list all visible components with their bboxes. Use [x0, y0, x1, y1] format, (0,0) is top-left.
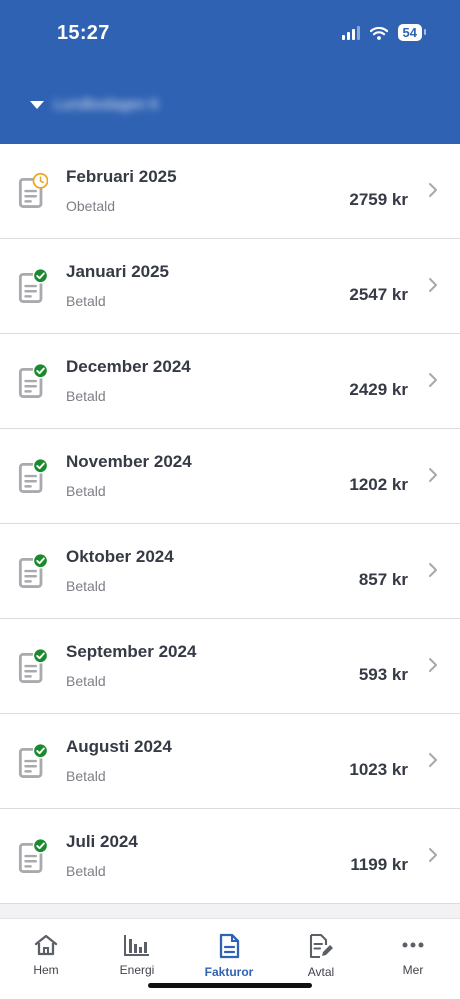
- invoice-row[interactable]: Juli 2024 Betald 1199 kr: [0, 809, 460, 904]
- invoice-pending-icon: [18, 173, 48, 208]
- chevron-right-icon: [429, 183, 437, 197]
- invoice-month: Augusti 2024: [66, 737, 172, 756]
- chevron-right-icon: [429, 373, 437, 387]
- cellular-signal-icon: [341, 25, 360, 40]
- invoice-paid-icon: [18, 743, 48, 778]
- status-icons: 54: [341, 24, 427, 41]
- invoice-amount: 1199 kr: [350, 855, 408, 874]
- invoice-status: Betald: [66, 768, 106, 784]
- invoice-paid-icon: [18, 648, 48, 683]
- wifi-icon: [369, 26, 388, 40]
- invoice-list: Februari 2025 Obetald 2759 kr Januari 20…: [0, 144, 460, 904]
- invoice-paid-icon: [18, 553, 48, 588]
- invoice-amount: 1023 kr: [349, 760, 408, 779]
- chevron-right-icon: [429, 753, 437, 767]
- invoice-status: Betald: [66, 578, 106, 594]
- invoice-month: Oktober 2024: [66, 547, 174, 566]
- tab-label: Fakturor: [204, 965, 254, 979]
- invoice-amount: 857 kr: [358, 570, 408, 589]
- invoice-month: December 2024: [66, 357, 191, 376]
- tab-fakturor[interactable]: Fakturor: [189, 933, 269, 979]
- invoice-row[interactable]: Augusti 2024 Betald 1023 kr: [0, 714, 460, 809]
- chevron-right-icon: [429, 658, 437, 672]
- tab-label: Hem: [33, 963, 59, 977]
- invoice-amount: 1202 kr: [349, 475, 408, 494]
- invoice-month: Juli 2024: [66, 832, 138, 851]
- invoice-status: Betald: [66, 863, 106, 879]
- battery-icon: 54: [397, 24, 427, 41]
- invoice-row[interactable]: September 2024 Betald 593 kr: [0, 619, 460, 714]
- invoice-status: Betald: [66, 673, 106, 689]
- invoice-paid-icon: [18, 838, 48, 873]
- tab-label: Energi: [119, 963, 155, 977]
- tab-label: Mer: [402, 963, 424, 977]
- invoice-row[interactable]: November 2024 Betald 1202 kr: [0, 429, 460, 524]
- chevron-right-icon: [429, 848, 437, 862]
- home-icon: [34, 934, 58, 956]
- chevron-right-icon: [429, 278, 437, 292]
- invoice-row[interactable]: December 2024 Betald 2429 kr: [0, 334, 460, 429]
- home-indicator: [148, 983, 312, 988]
- app-header: 15:27 54 Lundbodagen 6: [0, 0, 460, 144]
- account-name: Lundbodagen 6: [54, 96, 159, 113]
- document-icon: [219, 933, 240, 959]
- invoice-month: Februari 2025: [66, 167, 177, 186]
- tab-mer[interactable]: Mer: [373, 933, 453, 977]
- invoice-amount: 2429 kr: [349, 380, 408, 399]
- invoice-row[interactable]: Januari 2025 Betald 2547 kr: [0, 239, 460, 334]
- invoice-status: Betald: [66, 293, 106, 309]
- account-selector[interactable]: Lundbodagen 6: [30, 96, 158, 113]
- invoice-status: Betald: [66, 483, 106, 499]
- caret-down-icon: [30, 100, 44, 109]
- tab-energi[interactable]: Energi: [97, 933, 177, 977]
- tab-hem[interactable]: Hem: [6, 933, 86, 977]
- chevron-right-icon: [429, 468, 437, 482]
- tab-avtal[interactable]: Avtal: [281, 933, 361, 979]
- invoice-month: September 2024: [66, 642, 197, 661]
- tab-label: Avtal: [307, 965, 335, 979]
- invoice-amount: 593 kr: [358, 665, 408, 684]
- contract-edit-icon: [309, 933, 333, 959]
- invoice-amount: 2547 kr: [349, 285, 408, 304]
- chevron-right-icon: [429, 563, 437, 577]
- bar-chart-icon: [124, 935, 149, 956]
- invoice-row[interactable]: Oktober 2024 Betald 857 kr: [0, 524, 460, 619]
- invoice-row[interactable]: Februari 2025 Obetald 2759 kr: [0, 144, 460, 239]
- invoice-paid-icon: [18, 363, 48, 398]
- invoice-paid-icon: [18, 458, 48, 493]
- invoice-month: November 2024: [66, 452, 192, 471]
- invoice-amount: 2759 kr: [349, 190, 408, 209]
- invoice-month: Januari 2025: [66, 262, 170, 281]
- invoice-status: Obetald: [66, 198, 116, 214]
- status-time: 15:27: [57, 22, 110, 44]
- invoice-paid-icon: [18, 268, 48, 303]
- more-icon: [402, 942, 424, 948]
- invoice-status: Betald: [66, 388, 106, 404]
